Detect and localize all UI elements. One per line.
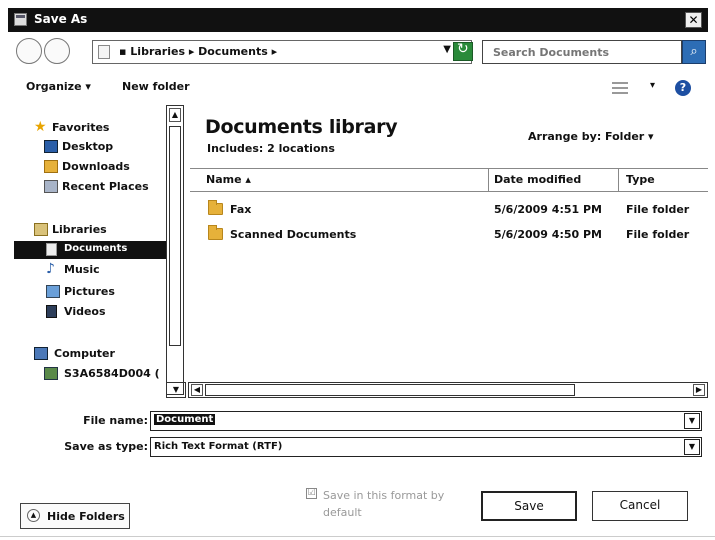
nav-scrollbar[interactable]: ▲ [166,105,184,395]
downloads-icon [44,160,58,173]
cancel-button[interactable]: Cancel [592,491,688,521]
forward-button[interactable] [44,38,70,64]
file-name-field[interactable]: Document [154,414,216,425]
scroll-left-icon[interactable]: ◀ [191,384,203,396]
view-options-icon[interactable] [612,82,628,94]
arrange-by-dropdown[interactable]: Arrange by: Folder ▾ [528,130,654,143]
nav-scroll-thumb[interactable] [169,126,181,346]
file-row[interactable]: Fax 5/6/2009 4:51 PM File folder [190,200,708,220]
file-name: Scanned Documents [230,228,357,241]
window-icon [14,13,27,26]
file-name-label: File name: [83,414,148,427]
column-divider[interactable] [618,169,619,192]
view-dropdown-icon[interactable]: ▾ [650,80,655,91]
column-header-name[interactable]: Name ▴ [206,173,251,186]
column-header-date[interactable]: Date modified [494,173,581,186]
breadcrumb[interactable]: ▪ Libraries ▸ Documents ▸ [119,45,277,58]
computer-icon [34,347,48,360]
search-icon[interactable]: ⌕ [682,40,706,64]
file-row[interactable]: Scanned Documents 5/6/2009 4:50 PM File … [190,225,708,245]
refresh-icon[interactable] [453,41,473,61]
address-bar[interactable]: ▪ Libraries ▸ Documents ▸ ▼ [92,40,472,64]
drive-icon [44,367,58,380]
hide-folders-button[interactable]: ▲ Hide Folders [20,503,130,529]
navigation-pane: ★ Favorites Desktop Downloads Recent Pla… [14,105,166,395]
search-input[interactable] [483,41,681,63]
nav-item-computer[interactable]: Computer [14,345,166,363]
horizontal-scroll-thumb[interactable] [205,384,575,396]
title-bar: Save As ✕ [8,8,708,32]
nav-item-recent-places[interactable]: Recent Places [14,178,166,196]
column-header-row: Name ▴ Date modified Type [190,168,708,192]
organize-button[interactable]: Organize ▾ [26,80,91,93]
nav-scroll-down-icon[interactable]: ▼ [166,382,186,398]
window-title: Save As [34,12,88,26]
file-type: File folder [626,203,690,216]
folder-location-icon [98,45,110,59]
search-box[interactable] [482,40,682,64]
folder-icon [208,225,223,240]
save-format-checkbox[interactable]: ☑ [306,488,317,499]
documents-icon [46,243,57,256]
bottom-divider [0,536,715,537]
libraries-icon [34,223,48,236]
save-button[interactable]: Save [481,491,577,521]
file-date: 5/6/2009 4:50 PM [494,228,602,241]
library-title: Documents library [205,116,398,138]
nav-item-pictures[interactable]: Pictures [14,283,166,301]
file-name: Fax [230,203,252,216]
help-icon[interactable]: ? [675,80,691,96]
scroll-right-icon[interactable]: ▶ [693,384,705,396]
library-subtitle[interactable]: Includes: 2 locations [207,142,335,155]
back-button[interactable] [16,38,42,64]
save-type-select[interactable]: Rich Text Format (RTF) ▼ [150,437,702,457]
new-folder-button[interactable]: New folder [122,80,190,93]
nav-item-desktop[interactable]: Desktop [14,138,166,156]
column-header-type[interactable]: Type [626,173,655,186]
desktop-icon [44,140,58,153]
nav-item-downloads[interactable]: Downloads [14,158,166,176]
save-type-label: Save as type: [64,440,148,453]
nav-item-libraries[interactable]: Libraries [14,221,166,239]
address-dropdown-icon[interactable]: ▼ [443,44,451,55]
column-divider[interactable] [488,169,489,192]
nav-item-documents[interactable]: Documents [14,241,166,259]
nav-item-music[interactable]: ♪ Music [14,261,166,279]
pictures-icon [46,285,60,298]
file-name-combo[interactable]: Document ▼ [150,411,702,431]
nav-item-videos[interactable]: Videos [14,303,166,321]
music-icon: ♪ [46,261,55,277]
close-button[interactable]: ✕ [685,12,702,28]
chevron-up-icon: ▲ [27,509,40,522]
file-name-dropdown-icon[interactable]: ▼ [684,413,700,429]
save-type-value: Rich Text Format (RTF) [154,441,283,452]
nav-item-drive[interactable]: S3A6584D004 ( [14,365,166,383]
videos-icon [46,305,57,318]
star-icon: ★ [34,119,47,135]
horizontal-scrollbar[interactable]: ◀ ▶ [188,382,708,398]
folder-icon [208,200,223,215]
nav-item-favorites[interactable]: ★ Favorites [14,119,166,137]
save-format-checkbox-label: Save in this format by default [323,489,445,519]
save-type-dropdown-icon[interactable]: ▼ [684,439,700,455]
recent-places-icon [44,180,58,193]
file-type: File folder [626,228,690,241]
scroll-up-icon[interactable]: ▲ [169,108,181,122]
file-date: 5/6/2009 4:51 PM [494,203,602,216]
